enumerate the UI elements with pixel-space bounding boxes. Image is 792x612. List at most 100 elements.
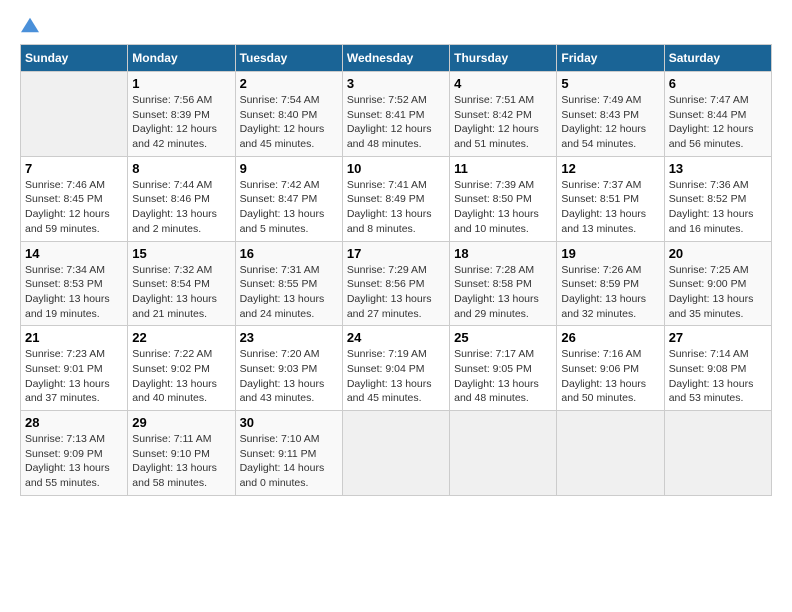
weekday-header-wednesday: Wednesday bbox=[342, 45, 449, 72]
day-number: 2 bbox=[240, 76, 338, 91]
day-info: Sunrise: 7:32 AMSunset: 8:54 PMDaylight:… bbox=[132, 263, 230, 322]
calendar-cell: 12 Sunrise: 7:37 AMSunset: 8:51 PMDayligh… bbox=[557, 156, 664, 241]
day-info: Sunrise: 7:17 AMSunset: 9:05 PMDaylight:… bbox=[454, 347, 552, 406]
weekday-header-tuesday: Tuesday bbox=[235, 45, 342, 72]
day-info: Sunrise: 7:51 AMSunset: 8:42 PMDaylight:… bbox=[454, 93, 552, 152]
day-number: 13 bbox=[669, 161, 767, 176]
calendar-cell: 25 Sunrise: 7:17 AMSunset: 9:05 PMDayligh… bbox=[450, 326, 557, 411]
weekday-header-saturday: Saturday bbox=[664, 45, 771, 72]
day-number: 20 bbox=[669, 246, 767, 261]
calendar-cell bbox=[342, 411, 449, 496]
day-number: 27 bbox=[669, 330, 767, 345]
day-number: 14 bbox=[25, 246, 123, 261]
calendar-cell bbox=[450, 411, 557, 496]
day-number: 29 bbox=[132, 415, 230, 430]
day-number: 26 bbox=[561, 330, 659, 345]
calendar-cell: 20 Sunrise: 7:25 AMSunset: 9:00 PMDayligh… bbox=[664, 241, 771, 326]
day-number: 10 bbox=[347, 161, 445, 176]
header bbox=[20, 20, 772, 34]
day-number: 25 bbox=[454, 330, 552, 345]
day-info: Sunrise: 7:41 AMSunset: 8:49 PMDaylight:… bbox=[347, 178, 445, 237]
day-number: 16 bbox=[240, 246, 338, 261]
logo-triangle-icon bbox=[21, 16, 39, 34]
calendar-table: SundayMondayTuesdayWednesdayThursdayFrid… bbox=[20, 44, 772, 496]
day-info: Sunrise: 7:39 AMSunset: 8:50 PMDaylight:… bbox=[454, 178, 552, 237]
logo bbox=[20, 20, 39, 34]
day-number: 5 bbox=[561, 76, 659, 91]
day-number: 17 bbox=[347, 246, 445, 261]
day-number: 4 bbox=[454, 76, 552, 91]
calendar-cell: 19 Sunrise: 7:26 AMSunset: 8:59 PMDayligh… bbox=[557, 241, 664, 326]
day-info: Sunrise: 7:16 AMSunset: 9:06 PMDaylight:… bbox=[561, 347, 659, 406]
calendar-cell: 5 Sunrise: 7:49 AMSunset: 8:43 PMDaylight… bbox=[557, 72, 664, 157]
day-number: 11 bbox=[454, 161, 552, 176]
day-number: 8 bbox=[132, 161, 230, 176]
day-info: Sunrise: 7:42 AMSunset: 8:47 PMDaylight:… bbox=[240, 178, 338, 237]
calendar-cell bbox=[21, 72, 128, 157]
day-info: Sunrise: 7:29 AMSunset: 8:56 PMDaylight:… bbox=[347, 263, 445, 322]
day-number: 3 bbox=[347, 76, 445, 91]
day-info: Sunrise: 7:52 AMSunset: 8:41 PMDaylight:… bbox=[347, 93, 445, 152]
day-info: Sunrise: 7:20 AMSunset: 9:03 PMDaylight:… bbox=[240, 347, 338, 406]
calendar-cell: 14 Sunrise: 7:34 AMSunset: 8:53 PMDayligh… bbox=[21, 241, 128, 326]
calendar-cell: 17 Sunrise: 7:29 AMSunset: 8:56 PMDayligh… bbox=[342, 241, 449, 326]
day-info: Sunrise: 7:49 AMSunset: 8:43 PMDaylight:… bbox=[561, 93, 659, 152]
weekday-header-friday: Friday bbox=[557, 45, 664, 72]
day-info: Sunrise: 7:28 AMSunset: 8:58 PMDaylight:… bbox=[454, 263, 552, 322]
day-number: 9 bbox=[240, 161, 338, 176]
day-info: Sunrise: 7:56 AMSunset: 8:39 PMDaylight:… bbox=[132, 93, 230, 152]
day-info: Sunrise: 7:22 AMSunset: 9:02 PMDaylight:… bbox=[132, 347, 230, 406]
calendar-cell: 15 Sunrise: 7:32 AMSunset: 8:54 PMDayligh… bbox=[128, 241, 235, 326]
day-number: 19 bbox=[561, 246, 659, 261]
day-number: 7 bbox=[25, 161, 123, 176]
calendar-cell: 4 Sunrise: 7:51 AMSunset: 8:42 PMDaylight… bbox=[450, 72, 557, 157]
day-info: Sunrise: 7:26 AMSunset: 8:59 PMDaylight:… bbox=[561, 263, 659, 322]
day-number: 6 bbox=[669, 76, 767, 91]
day-number: 22 bbox=[132, 330, 230, 345]
weekday-header-thursday: Thursday bbox=[450, 45, 557, 72]
calendar-cell: 6 Sunrise: 7:47 AMSunset: 8:44 PMDaylight… bbox=[664, 72, 771, 157]
day-info: Sunrise: 7:54 AMSunset: 8:40 PMDaylight:… bbox=[240, 93, 338, 152]
day-number: 21 bbox=[25, 330, 123, 345]
weekday-header-sunday: Sunday bbox=[21, 45, 128, 72]
day-info: Sunrise: 7:19 AMSunset: 9:04 PMDaylight:… bbox=[347, 347, 445, 406]
day-info: Sunrise: 7:10 AMSunset: 9:11 PMDaylight:… bbox=[240, 432, 338, 491]
calendar-cell: 21 Sunrise: 7:23 AMSunset: 9:01 PMDayligh… bbox=[21, 326, 128, 411]
calendar-cell: 3 Sunrise: 7:52 AMSunset: 8:41 PMDaylight… bbox=[342, 72, 449, 157]
weekday-header-monday: Monday bbox=[128, 45, 235, 72]
day-info: Sunrise: 7:36 AMSunset: 8:52 PMDaylight:… bbox=[669, 178, 767, 237]
day-info: Sunrise: 7:11 AMSunset: 9:10 PMDaylight:… bbox=[132, 432, 230, 491]
calendar-cell: 23 Sunrise: 7:20 AMSunset: 9:03 PMDayligh… bbox=[235, 326, 342, 411]
day-number: 15 bbox=[132, 246, 230, 261]
calendar-cell: 2 Sunrise: 7:54 AMSunset: 8:40 PMDaylight… bbox=[235, 72, 342, 157]
day-number: 12 bbox=[561, 161, 659, 176]
calendar-cell: 7Sunrise: 7:46 AMSunset: 8:45 PMDaylight… bbox=[21, 156, 128, 241]
calendar-cell: 1 Sunrise: 7:56 AMSunset: 8:39 PMDaylight… bbox=[128, 72, 235, 157]
day-info: Sunrise: 7:23 AMSunset: 9:01 PMDaylight:… bbox=[25, 347, 123, 406]
calendar-cell: 8 Sunrise: 7:44 AMSunset: 8:46 PMDaylight… bbox=[128, 156, 235, 241]
day-number: 28 bbox=[25, 415, 123, 430]
day-number: 18 bbox=[454, 246, 552, 261]
day-info: Sunrise: 7:37 AMSunset: 8:51 PMDaylight:… bbox=[561, 178, 659, 237]
calendar-cell: 10 Sunrise: 7:41 AMSunset: 8:49 PMDayligh… bbox=[342, 156, 449, 241]
calendar-cell: 30 Sunrise: 7:10 AMSunset: 9:11 PMDayligh… bbox=[235, 411, 342, 496]
calendar-cell: 26 Sunrise: 7:16 AMSunset: 9:06 PMDayligh… bbox=[557, 326, 664, 411]
calendar-cell: 9 Sunrise: 7:42 AMSunset: 8:47 PMDaylight… bbox=[235, 156, 342, 241]
day-info: Sunrise: 7:44 AMSunset: 8:46 PMDaylight:… bbox=[132, 178, 230, 237]
calendar-cell: 27Sunrise: 7:14 AMSunset: 9:08 PMDayligh… bbox=[664, 326, 771, 411]
day-info: Sunrise: 7:25 AMSunset: 9:00 PMDaylight:… bbox=[669, 263, 767, 322]
calendar-cell: 22 Sunrise: 7:22 AMSunset: 9:02 PMDayligh… bbox=[128, 326, 235, 411]
day-info: Sunrise: 7:47 AMSunset: 8:44 PMDaylight:… bbox=[669, 93, 767, 152]
calendar-cell: 13 Sunrise: 7:36 AMSunset: 8:52 PMDayligh… bbox=[664, 156, 771, 241]
day-info: Sunrise: 7:13 AMSunset: 9:09 PMDaylight:… bbox=[25, 432, 123, 491]
calendar-cell: 29 Sunrise: 7:11 AMSunset: 9:10 PMDayligh… bbox=[128, 411, 235, 496]
day-info: Sunrise: 7:31 AMSunset: 8:55 PMDaylight:… bbox=[240, 263, 338, 322]
day-number: 24 bbox=[347, 330, 445, 345]
calendar-cell: 24 Sunrise: 7:19 AMSunset: 9:04 PMDayligh… bbox=[342, 326, 449, 411]
day-number: 23 bbox=[240, 330, 338, 345]
day-number: 1 bbox=[132, 76, 230, 91]
day-number: 30 bbox=[240, 415, 338, 430]
day-info: Sunrise: 7:34 AMSunset: 8:53 PMDaylight:… bbox=[25, 263, 123, 322]
calendar-cell: 16 Sunrise: 7:31 AMSunset: 8:55 PMDayligh… bbox=[235, 241, 342, 326]
calendar-cell bbox=[557, 411, 664, 496]
